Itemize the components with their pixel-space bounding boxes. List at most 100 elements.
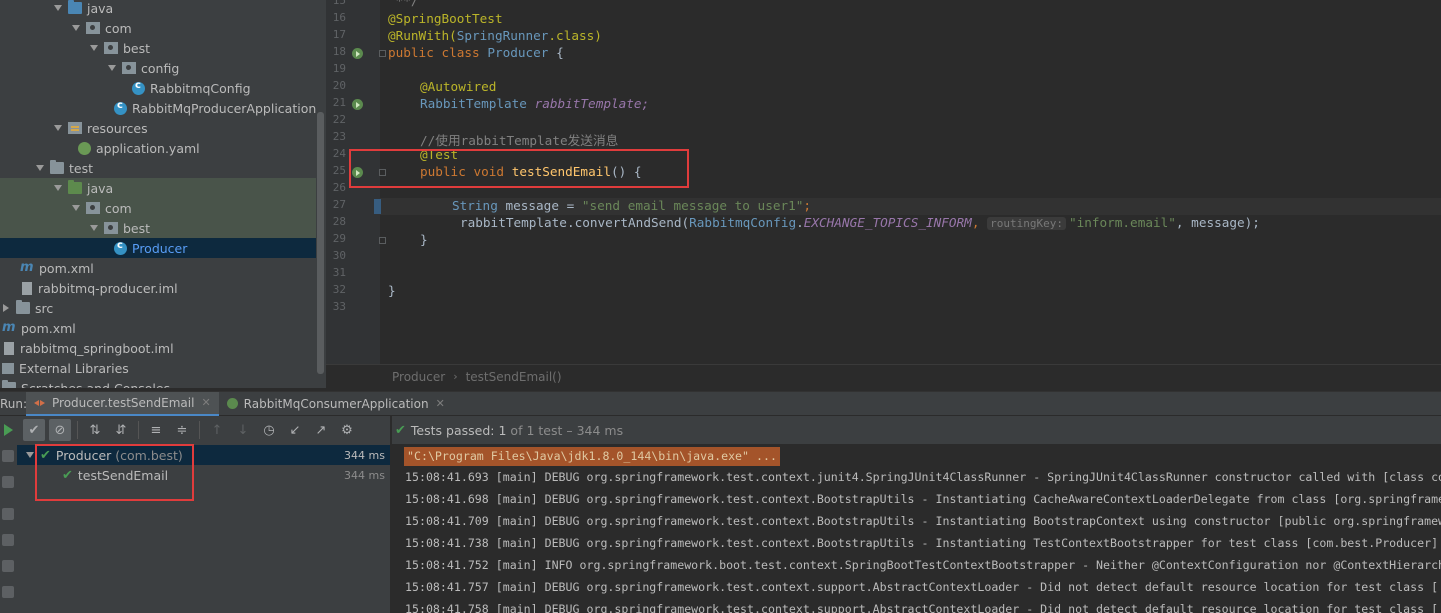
chevron-down-icon[interactable]: [72, 204, 80, 212]
tab-producer-testsendemail[interactable]: Producer.testSendEmail ✕: [26, 391, 219, 416]
tree-item-label: RabbitMqProducerApplication: [132, 100, 316, 116]
close-icon[interactable]: ✕: [436, 397, 445, 410]
layout-icon[interactable]: [2, 508, 14, 520]
line-number[interactable]: 16: [326, 11, 346, 24]
type: String: [452, 198, 498, 213]
autowired-bean-icon[interactable]: [352, 99, 363, 110]
collapse-all-button[interactable]: ≑: [171, 419, 193, 441]
tree-item[interactable]: m pom.xml: [0, 258, 316, 278]
expand-arrow[interactable]: [26, 451, 34, 459]
console-log-line: 15:08:41.752 [main] INFO org.springframe…: [405, 558, 1441, 572]
code-line-29: }: [420, 232, 428, 247]
annotation: @SpringBootTest: [388, 11, 503, 26]
tree-item[interactable]: Producer: [0, 238, 316, 258]
highlight-box-test-results: [35, 444, 194, 501]
expand-all-button[interactable]: ≡: [145, 419, 167, 441]
line-number[interactable]: 18: [326, 45, 346, 58]
chevron-down-icon[interactable]: [108, 64, 116, 72]
tree-item[interactable]: RabbitMqProducerApplication: [0, 98, 316, 118]
tree-item[interactable]: com: [0, 198, 316, 218]
tree-item[interactable]: test: [0, 158, 316, 178]
tree-item[interactable]: m pom.xml: [0, 318, 316, 338]
tree-item[interactable]: application.yaml: [0, 138, 316, 158]
chevron-down-icon[interactable]: [54, 184, 62, 192]
code-line-32: }: [388, 283, 396, 298]
run-class-icon[interactable]: [352, 48, 363, 59]
rerun-icon[interactable]: [2, 424, 14, 436]
tree-item[interactable]: best: [0, 218, 316, 238]
status-count: 1: [498, 422, 507, 438]
chevron-down-icon[interactable]: [54, 124, 62, 132]
line-number[interactable]: 21: [326, 96, 346, 109]
line-number[interactable]: 25: [326, 164, 346, 177]
line-number[interactable]: 23: [326, 130, 346, 143]
line-number[interactable]: 31: [326, 266, 346, 279]
show-ignored-button[interactable]: ⊘: [49, 419, 71, 441]
line-number[interactable]: 26: [326, 181, 346, 194]
sort-duration-button[interactable]: ⇵: [110, 419, 132, 441]
show-passed-button[interactable]: ✔: [23, 419, 45, 441]
tree-item[interactable]: com: [0, 18, 316, 38]
console-output[interactable]: "C:\Program Files\Java\jdk1.8.0_144\bin\…: [392, 444, 1441, 613]
line-number[interactable]: 27: [326, 198, 346, 211]
chevron-down-icon[interactable]: [72, 24, 80, 32]
chevron-down-icon[interactable]: [90, 44, 98, 52]
chevron-right-icon[interactable]: [2, 304, 10, 312]
line-number[interactable]: 30: [326, 249, 346, 262]
tab-rabbitmqconsumerapplication[interactable]: RabbitMqConsumerApplication ✕: [219, 392, 453, 416]
fold-marker[interactable]: [379, 50, 386, 57]
export-results-button[interactable]: ↗: [310, 419, 332, 441]
string-literal: "inform.email": [1068, 215, 1176, 230]
toolbar-divider: [138, 421, 139, 439]
breadcrumb-class[interactable]: Producer: [392, 370, 445, 384]
line-number[interactable]: 32: [326, 283, 346, 296]
var-decl: message =: [497, 198, 582, 213]
camera-icon[interactable]: [2, 534, 14, 546]
settings-button[interactable]: ⚙: [336, 419, 358, 441]
stop-icon[interactable]: [2, 476, 14, 488]
breadcrumb-method[interactable]: testSendEmail(): [466, 370, 562, 384]
line-number[interactable]: 19: [326, 62, 346, 75]
tree-item[interactable]: best: [0, 38, 316, 58]
tree-item-label: resources: [87, 120, 148, 136]
project-scrollbar[interactable]: [316, 0, 326, 388]
tree-item-label: rabbitmq_springboot.iml: [20, 340, 174, 356]
settings-icon[interactable]: [2, 560, 14, 572]
tree-item[interactable]: java: [0, 178, 316, 198]
history-button[interactable]: ◷: [258, 419, 280, 441]
line-number[interactable]: 15: [326, 0, 346, 7]
scrollbar-thumb[interactable]: [317, 112, 324, 374]
tree-item-label: pom.xml: [21, 320, 76, 336]
tree-item[interactable]: RabbitmqConfig: [0, 78, 316, 98]
line-number[interactable]: 28: [326, 215, 346, 228]
tree-item[interactable]: External Libraries: [0, 358, 316, 378]
line-number[interactable]: 33: [326, 300, 346, 313]
tree-item[interactable]: Scratches and Consoles: [0, 378, 316, 388]
line-number[interactable]: 17: [326, 28, 346, 41]
chevron-down-icon[interactable]: [36, 164, 44, 172]
pkg-icon: [86, 22, 100, 34]
tree-item-label: java: [87, 180, 114, 196]
tree-item[interactable]: java: [0, 0, 316, 18]
console-log-line: 15:08:41.693 [main] DEBUG org.springfram…: [405, 470, 1441, 484]
tree-item[interactable]: config: [0, 58, 316, 78]
previous-failed-button[interactable]: ↑: [206, 419, 228, 441]
tree-item[interactable]: rabbitmq_springboot.iml: [0, 338, 316, 358]
import-tests-button[interactable]: ↙: [284, 419, 306, 441]
chevron-down-icon[interactable]: [54, 4, 62, 12]
line-number[interactable]: 24: [326, 147, 346, 160]
next-failed-button[interactable]: ↓: [232, 419, 254, 441]
chevron-down-icon[interactable]: [90, 224, 98, 232]
pin-icon[interactable]: [2, 586, 14, 598]
line-number[interactable]: 20: [326, 79, 346, 92]
comment-end: **/: [388, 0, 419, 8]
close-icon[interactable]: ✕: [201, 396, 210, 409]
sort-alpha-button[interactable]: ⇅: [84, 419, 106, 441]
tree-item[interactable]: rabbitmq-producer.iml: [0, 278, 316, 298]
tree-item[interactable]: src: [0, 298, 316, 318]
line-number[interactable]: 22: [326, 113, 346, 126]
debug-icon[interactable]: [2, 450, 14, 462]
line-number[interactable]: 29: [326, 232, 346, 245]
fold-marker[interactable]: [379, 237, 386, 244]
tree-item[interactable]: resources: [0, 118, 316, 138]
